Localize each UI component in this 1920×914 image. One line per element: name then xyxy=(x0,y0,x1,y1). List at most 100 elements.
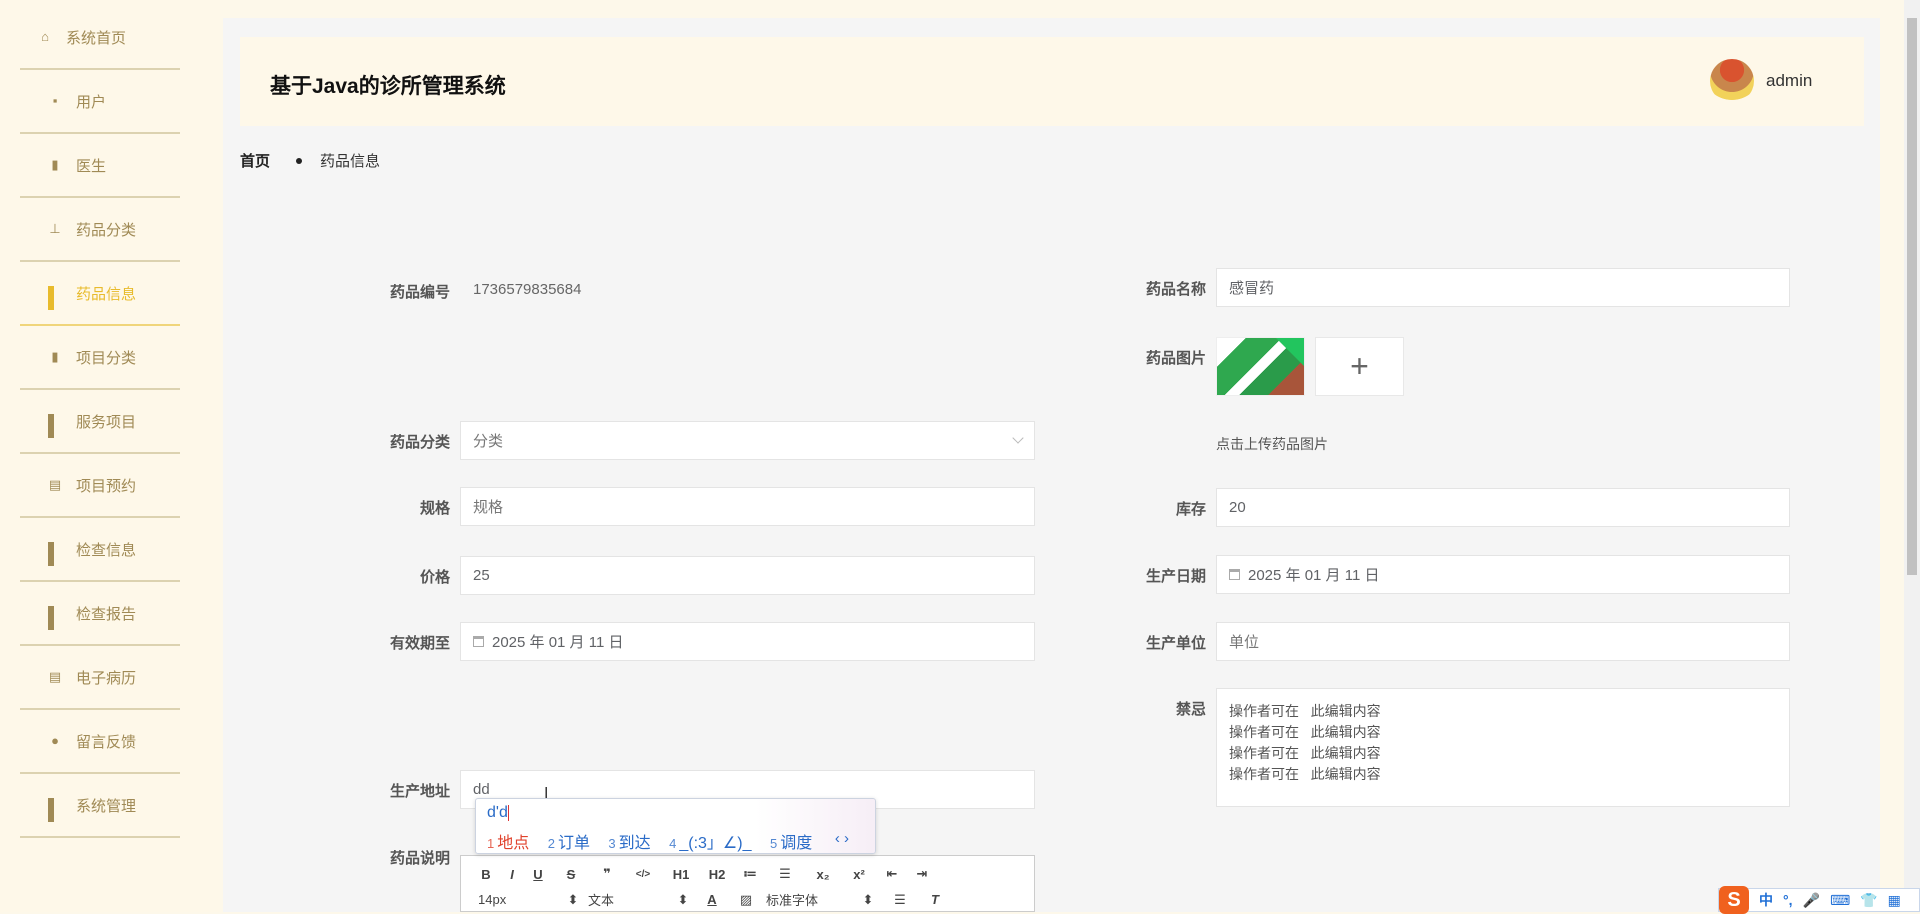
sidebar-item-feedback[interactable]: ● 留言反馈 xyxy=(20,710,180,774)
maker-placeholder: 单位 xyxy=(1229,634,1260,651)
maker-label: 生产单位 xyxy=(1145,635,1206,652)
expiry-date-picker[interactable]: 2025 年 01 月 11 日 xyxy=(460,622,1035,661)
candidate-number: 1 xyxy=(487,836,495,851)
sidebar-item-system[interactable]: 系统管理 xyxy=(20,774,180,838)
indent-button[interactable]: ⇥ xyxy=(907,866,937,882)
sidebar-item-doctors[interactable]: ▮ 医生 xyxy=(20,134,180,198)
sidebar-item-drug-info[interactable]: 药品信息 xyxy=(20,262,180,326)
price-input[interactable]: 25 xyxy=(460,556,1035,595)
ordered-list-button[interactable]: ≔ xyxy=(735,866,765,882)
font-size-select[interactable]: 14px xyxy=(478,892,558,907)
maker-input[interactable]: 单位 xyxy=(1216,622,1790,661)
font-color-button[interactable]: A xyxy=(698,892,726,907)
ime-candidate[interactable]: 2 订单 xyxy=(548,835,590,852)
skin-icon[interactable]: 👕 xyxy=(1860,892,1877,909)
ime-candidate-popup: d'd 1 地点 2 订单 3 到达 4 _(:3」∠)_ 5 调度 ‹ › xyxy=(475,798,876,854)
scrollbar[interactable] xyxy=(1904,0,1920,912)
sidebar-item-services[interactable]: 服务项目 xyxy=(20,390,180,454)
font-family-select[interactable]: 标准字体 xyxy=(766,890,856,909)
bullet-list-button[interactable]: ☰ xyxy=(765,866,805,882)
drug-image-thumbnail[interactable] xyxy=(1216,337,1305,396)
ime-candidate[interactable]: 5 调度 xyxy=(770,835,812,852)
avatar[interactable] xyxy=(1710,59,1754,103)
sidebar-item-label: 检查报告 xyxy=(76,605,137,623)
username[interactable]: admin xyxy=(1766,71,1812,91)
home-icon: ⌂ xyxy=(41,29,49,44)
breadcrumb-home[interactable]: 首页 xyxy=(240,150,270,171)
rich-text-editor[interactable]: B I U S ❞ </> H1 H2 ≔ ☰ x₂ x² ⇤ ⇥ 14px ⬍… xyxy=(460,855,1035,912)
image-label: 药品图片 xyxy=(1145,350,1206,367)
contra-textarea[interactable]: 操作者可在 此编辑内容 操作者可在 此编辑内容 操作者可在 此编辑内容 操作者可… xyxy=(1216,688,1790,807)
h2-button[interactable]: H2 xyxy=(699,867,735,882)
sidebar-item-label: 系统管理 xyxy=(76,797,137,815)
microphone-icon[interactable]: 🎤 xyxy=(1803,892,1820,909)
category-placeholder: 分类 xyxy=(473,433,504,450)
contra-line: 操作者可在 此编辑内容 xyxy=(1229,724,1381,740)
mfg-date-picker[interactable]: 2025 年 01 月 11 日 xyxy=(1216,555,1790,594)
plus-icon: + xyxy=(1350,348,1369,384)
select-arrows-icon: ⬍ xyxy=(677,891,689,907)
spec-input[interactable]: 规格 xyxy=(460,487,1035,526)
candidate-number: 3 xyxy=(608,836,616,851)
category-label: 药品分类 xyxy=(389,434,450,451)
candidate-text: 调度 xyxy=(780,835,813,852)
sidebar-item-label: 医生 xyxy=(76,157,107,175)
name-input[interactable]: 感冒药 xyxy=(1216,268,1790,307)
code-value: 1736579835684 xyxy=(473,281,582,298)
candidate-text: 到达 xyxy=(618,835,651,852)
bold-button[interactable]: B xyxy=(473,867,499,882)
italic-button[interactable]: I xyxy=(499,867,525,882)
sidebar: ⌂ 系统首页 ▪ 用户 ▮ 医生 ⊥ 药品分类 药品信息 ▮ 项目分类 服务项目 ▤ 项目预… xyxy=(0,0,220,912)
header: 基于Java的诊所管理系统 admin xyxy=(240,37,1864,126)
candidate-number: 5 xyxy=(769,836,778,851)
stock-value: 20 xyxy=(1229,499,1246,516)
blockquote-button[interactable]: ❞ xyxy=(591,866,623,882)
grid-icon xyxy=(48,542,62,566)
underline-button[interactable]: U xyxy=(525,867,551,882)
editor-toolbar-row2: 14px ⬍ 文本 ⬍ A ▨ 标准字体 ⬍ ☰ T xyxy=(478,890,950,909)
sidebar-item-project-category[interactable]: ▮ 项目分类 xyxy=(20,326,180,390)
superscript-button[interactable]: x² xyxy=(841,867,877,882)
sidebar-item-users[interactable]: ▪ 用户 xyxy=(20,70,180,134)
sidebar-item-home[interactable]: ⌂ 系统首页 xyxy=(20,6,180,70)
background-color-button[interactable]: ▨ xyxy=(726,892,766,908)
subscript-button[interactable]: x₂ xyxy=(805,867,841,882)
sidebar-item-exam-info[interactable]: 检查信息 xyxy=(20,518,180,582)
stock-input[interactable]: 20 xyxy=(1216,488,1790,527)
contra-line: 操作者可在 此编辑内容 xyxy=(1229,703,1381,719)
chinese-mode-toggle[interactable]: 中 xyxy=(1759,890,1773,910)
ime-pager[interactable]: ‹ › xyxy=(835,830,849,847)
code-button[interactable]: </> xyxy=(623,869,663,880)
upload-image-button[interactable]: + xyxy=(1315,337,1404,396)
grid-icon xyxy=(48,414,62,438)
sidebar-item-drug-category[interactable]: ⊥ 药品分类 xyxy=(20,198,180,262)
category-select[interactable]: 分类 xyxy=(460,421,1035,460)
contra-label: 禁忌 xyxy=(1175,701,1206,718)
scrollbar-thumb[interactable] xyxy=(1907,18,1917,575)
candidate-text: _(:3」∠)_ xyxy=(679,835,752,852)
chevron-down-icon xyxy=(1012,432,1024,444)
keyboard-icon[interactable]: ⌨ xyxy=(1830,892,1850,909)
sidebar-item-exam-report[interactable]: 检查报告 xyxy=(20,582,180,646)
outdent-button[interactable]: ⇤ xyxy=(877,866,907,882)
ime-composition: d'd xyxy=(487,804,508,821)
toolbox-icon[interactable]: ▦ xyxy=(1888,892,1901,909)
header-select[interactable]: 文本 xyxy=(588,890,668,909)
ime-candidate[interactable]: 3 到达 xyxy=(608,835,650,852)
address-value: dd xyxy=(473,781,490,798)
sidebar-item-label: 用户 xyxy=(76,93,107,111)
punctuation-toggle[interactable]: °, xyxy=(1783,892,1793,908)
sogou-logo-icon[interactable]: S xyxy=(1719,886,1749,914)
ime-candidate[interactable]: 4 _(:3」∠)_ xyxy=(669,835,751,852)
candidate-number: 2 xyxy=(547,836,555,851)
strike-button[interactable]: S xyxy=(551,867,591,882)
align-button[interactable]: ☰ xyxy=(880,892,920,908)
ime-candidate[interactable]: 1 地点 xyxy=(487,835,529,852)
h1-button[interactable]: H1 xyxy=(663,867,699,882)
bulb-icon: ● xyxy=(51,733,59,748)
sidebar-item-label: 留言反馈 xyxy=(76,733,137,751)
clipboard-icon: ▤ xyxy=(48,477,62,492)
sidebar-item-appointments[interactable]: ▤ 项目预约 xyxy=(20,454,180,518)
sidebar-item-medical-records[interactable]: ▤ 电子病历 xyxy=(20,646,180,710)
clear-format-button[interactable]: T xyxy=(920,892,950,907)
